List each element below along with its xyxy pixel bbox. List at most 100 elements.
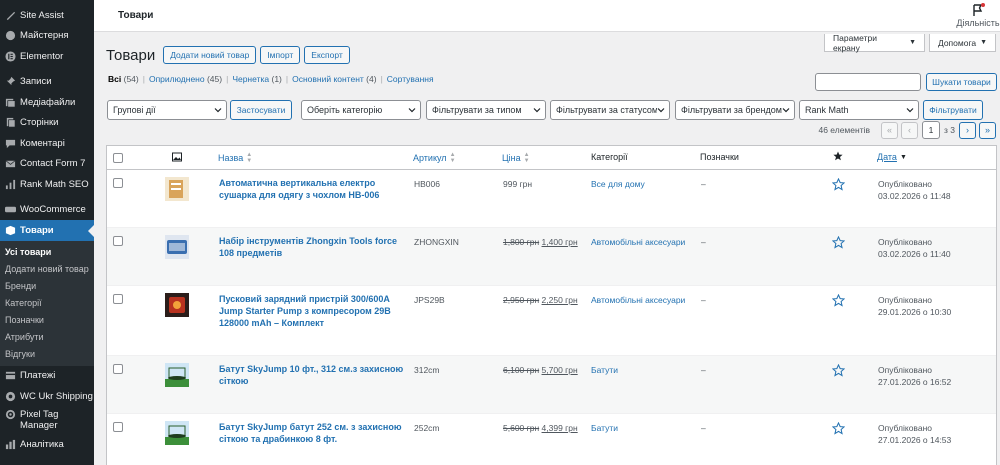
sidebar-item-contact-form[interactable]: Contact Form 7 [0,154,94,175]
sidebar-item-label: Elementor [20,50,64,62]
filter-button[interactable]: Фільтрувати [923,100,983,120]
product-name-link[interactable]: Батут SkyJump 10 фт., 312 см.з захисною … [219,363,404,387]
prev-page-button[interactable]: ‹ [901,121,918,139]
add-new-product-button[interactable]: Додати новий товар [163,46,257,64]
product-price: 1,800 грн 1,400 грн [503,237,578,247]
apply-button[interactable]: Застосувати [230,100,292,120]
sidebar-item-site-assist[interactable]: Site Assist [0,5,94,26]
product-category-link[interactable]: Батути [591,423,618,433]
featured-star-icon[interactable] [832,178,845,191]
screen-options-button[interactable]: Параметри екрану ▼ [824,33,925,53]
type-filter-select[interactable]: Фільтрувати за типом [426,100,546,120]
chevron-down-icon [408,108,416,113]
view-all[interactable]: Всі (54) [108,74,139,84]
sidebar-item-products[interactable]: Товари [0,220,94,241]
product-thumbnail[interactable] [165,421,189,445]
next-page-button[interactable]: › [959,121,976,139]
chevron-down-icon [906,108,914,113]
product-name-link[interactable]: Пусковий зарядний пристрій 300/600А Jump… [219,293,404,329]
column-name[interactable]: Назва ▲ ▼ [218,152,252,164]
sidebar-item-elementor[interactable]: Elementor [0,46,94,67]
sidebar-item-media[interactable]: Медіафайли [0,92,94,113]
select-all-checkbox[interactable] [113,153,123,163]
sidebar-item-payments[interactable]: Платежі [0,366,94,387]
product-thumbnail[interactable] [165,363,189,387]
submenu-brands[interactable]: Бренди [0,278,94,295]
product-category-link[interactable]: Все для дому [591,179,645,189]
table-row: Батут SkyJump батут 252 см. з захисною с… [107,414,996,465]
sidebar-item-posts[interactable]: Записи [0,72,94,93]
comments-icon [4,137,16,149]
category-filter-select[interactable]: Оберіть категорію [301,100,421,120]
help-button[interactable]: Допомога ▼ [929,34,996,52]
submenu-all-products[interactable]: Усі товари [0,244,94,261]
sidebar-item-label: Платежі [20,370,56,382]
sidebar-item-label: Сторінки [20,117,59,129]
product-sku: 252cm [414,423,440,433]
sidebar-item-comments[interactable]: Коментарі [0,133,94,154]
sidebar-item-dashboard[interactable]: Майстерня [0,26,94,47]
payments-icon [4,370,16,382]
sidebar-item-pages[interactable]: Сторінки [0,113,94,134]
sort-icon: ▲ ▼ [523,152,530,164]
view-published[interactable]: Оприлюднено (45) [149,74,222,84]
submenu-attributes[interactable]: Атрибути [0,329,94,346]
current-page-input[interactable]: 1 [922,121,940,139]
sidebar-item-wc-ukr-shipping[interactable]: WC Ukr Shipping [0,386,94,407]
flag-icon [971,3,985,17]
product-name-link[interactable]: Набір інструментів Zhongxin Tools force … [219,235,404,259]
row-checkbox[interactable] [113,294,123,304]
sidebar-item-woocommerce[interactable]: WooCommerce [0,200,94,221]
rank-math-filter-select[interactable]: Rank Math [799,100,919,120]
shipping-icon [4,390,16,402]
product-date: Опубліковано 03.02.2026 о 11:48 [878,179,951,201]
submenu-categories[interactable]: Категорії [0,295,94,312]
caret-down-icon: ▼ [909,39,916,46]
first-page-button[interactable]: « [881,121,898,139]
chevron-down-icon [214,108,222,113]
product-thumbnail[interactable] [165,293,189,317]
search-input[interactable] [815,73,921,91]
last-page-button[interactable]: » [979,121,996,139]
product-category-link[interactable]: Автомобільні аксесуари [591,237,685,247]
submenu-reviews[interactable]: Відгуки [0,346,94,363]
status-filter-select[interactable]: Фільтрувати за статусом [550,100,670,120]
pin-icon [4,76,16,88]
featured-star-icon[interactable] [832,422,845,435]
column-price[interactable]: Ціна ▲ ▼ [502,152,530,164]
sidebar-item-analytics[interactable]: Аналітика [0,435,94,456]
import-button[interactable]: Імпорт [260,46,301,64]
brand-filter-select[interactable]: Фільтрувати за брендом [675,100,795,120]
row-checkbox[interactable] [113,422,123,432]
sidebar-item-label: Майстерня [20,30,69,42]
submenu-tags[interactable]: Позначки [0,312,94,329]
top-bar-title: Товари [118,10,154,21]
row-checkbox[interactable] [113,364,123,374]
sidebar-item-pixel-tag-manager[interactable]: Pixel Tag Manager [0,407,94,431]
featured-star-icon[interactable] [832,236,845,249]
featured-star-icon[interactable] [832,294,845,307]
view-sorting[interactable]: Сортування [387,74,434,84]
export-button[interactable]: Експорт [304,46,350,64]
row-checkbox[interactable] [113,236,123,246]
featured-star-icon[interactable] [832,364,845,377]
submenu-add-product[interactable]: Додати новий товар [0,261,94,278]
product-category-link[interactable]: Батути [591,365,618,375]
sidebar-item-label: Site Assist [20,9,64,21]
product-category-link[interactable]: Автомобільні аксесуари [591,295,685,305]
sidebar-item-label: Товари [20,224,54,236]
product-name-link[interactable]: Автоматична вертикальна електро сушарка … [219,177,404,201]
column-sku[interactable]: Артикул ▲ ▼ [413,152,456,164]
row-checkbox[interactable] [113,178,123,188]
search-products-button[interactable]: Шукати товари [926,73,997,91]
bulk-actions-select[interactable]: Групові дії [107,100,227,120]
view-featured[interactable]: Основний контент (4) [292,74,376,84]
activity-button[interactable]: Діяльність [956,3,1000,28]
product-thumbnail[interactable] [165,235,189,259]
column-date[interactable]: Дата ▼ [877,152,907,162]
sidebar-item-rank-math[interactable]: Rank Math SEO [0,174,94,195]
elementor-icon [4,50,16,62]
view-draft[interactable]: Чернетка (1) [232,74,282,84]
product-thumbnail[interactable] [165,177,189,201]
product-name-link[interactable]: Батут SkyJump батут 252 см. з захисною с… [219,421,404,445]
